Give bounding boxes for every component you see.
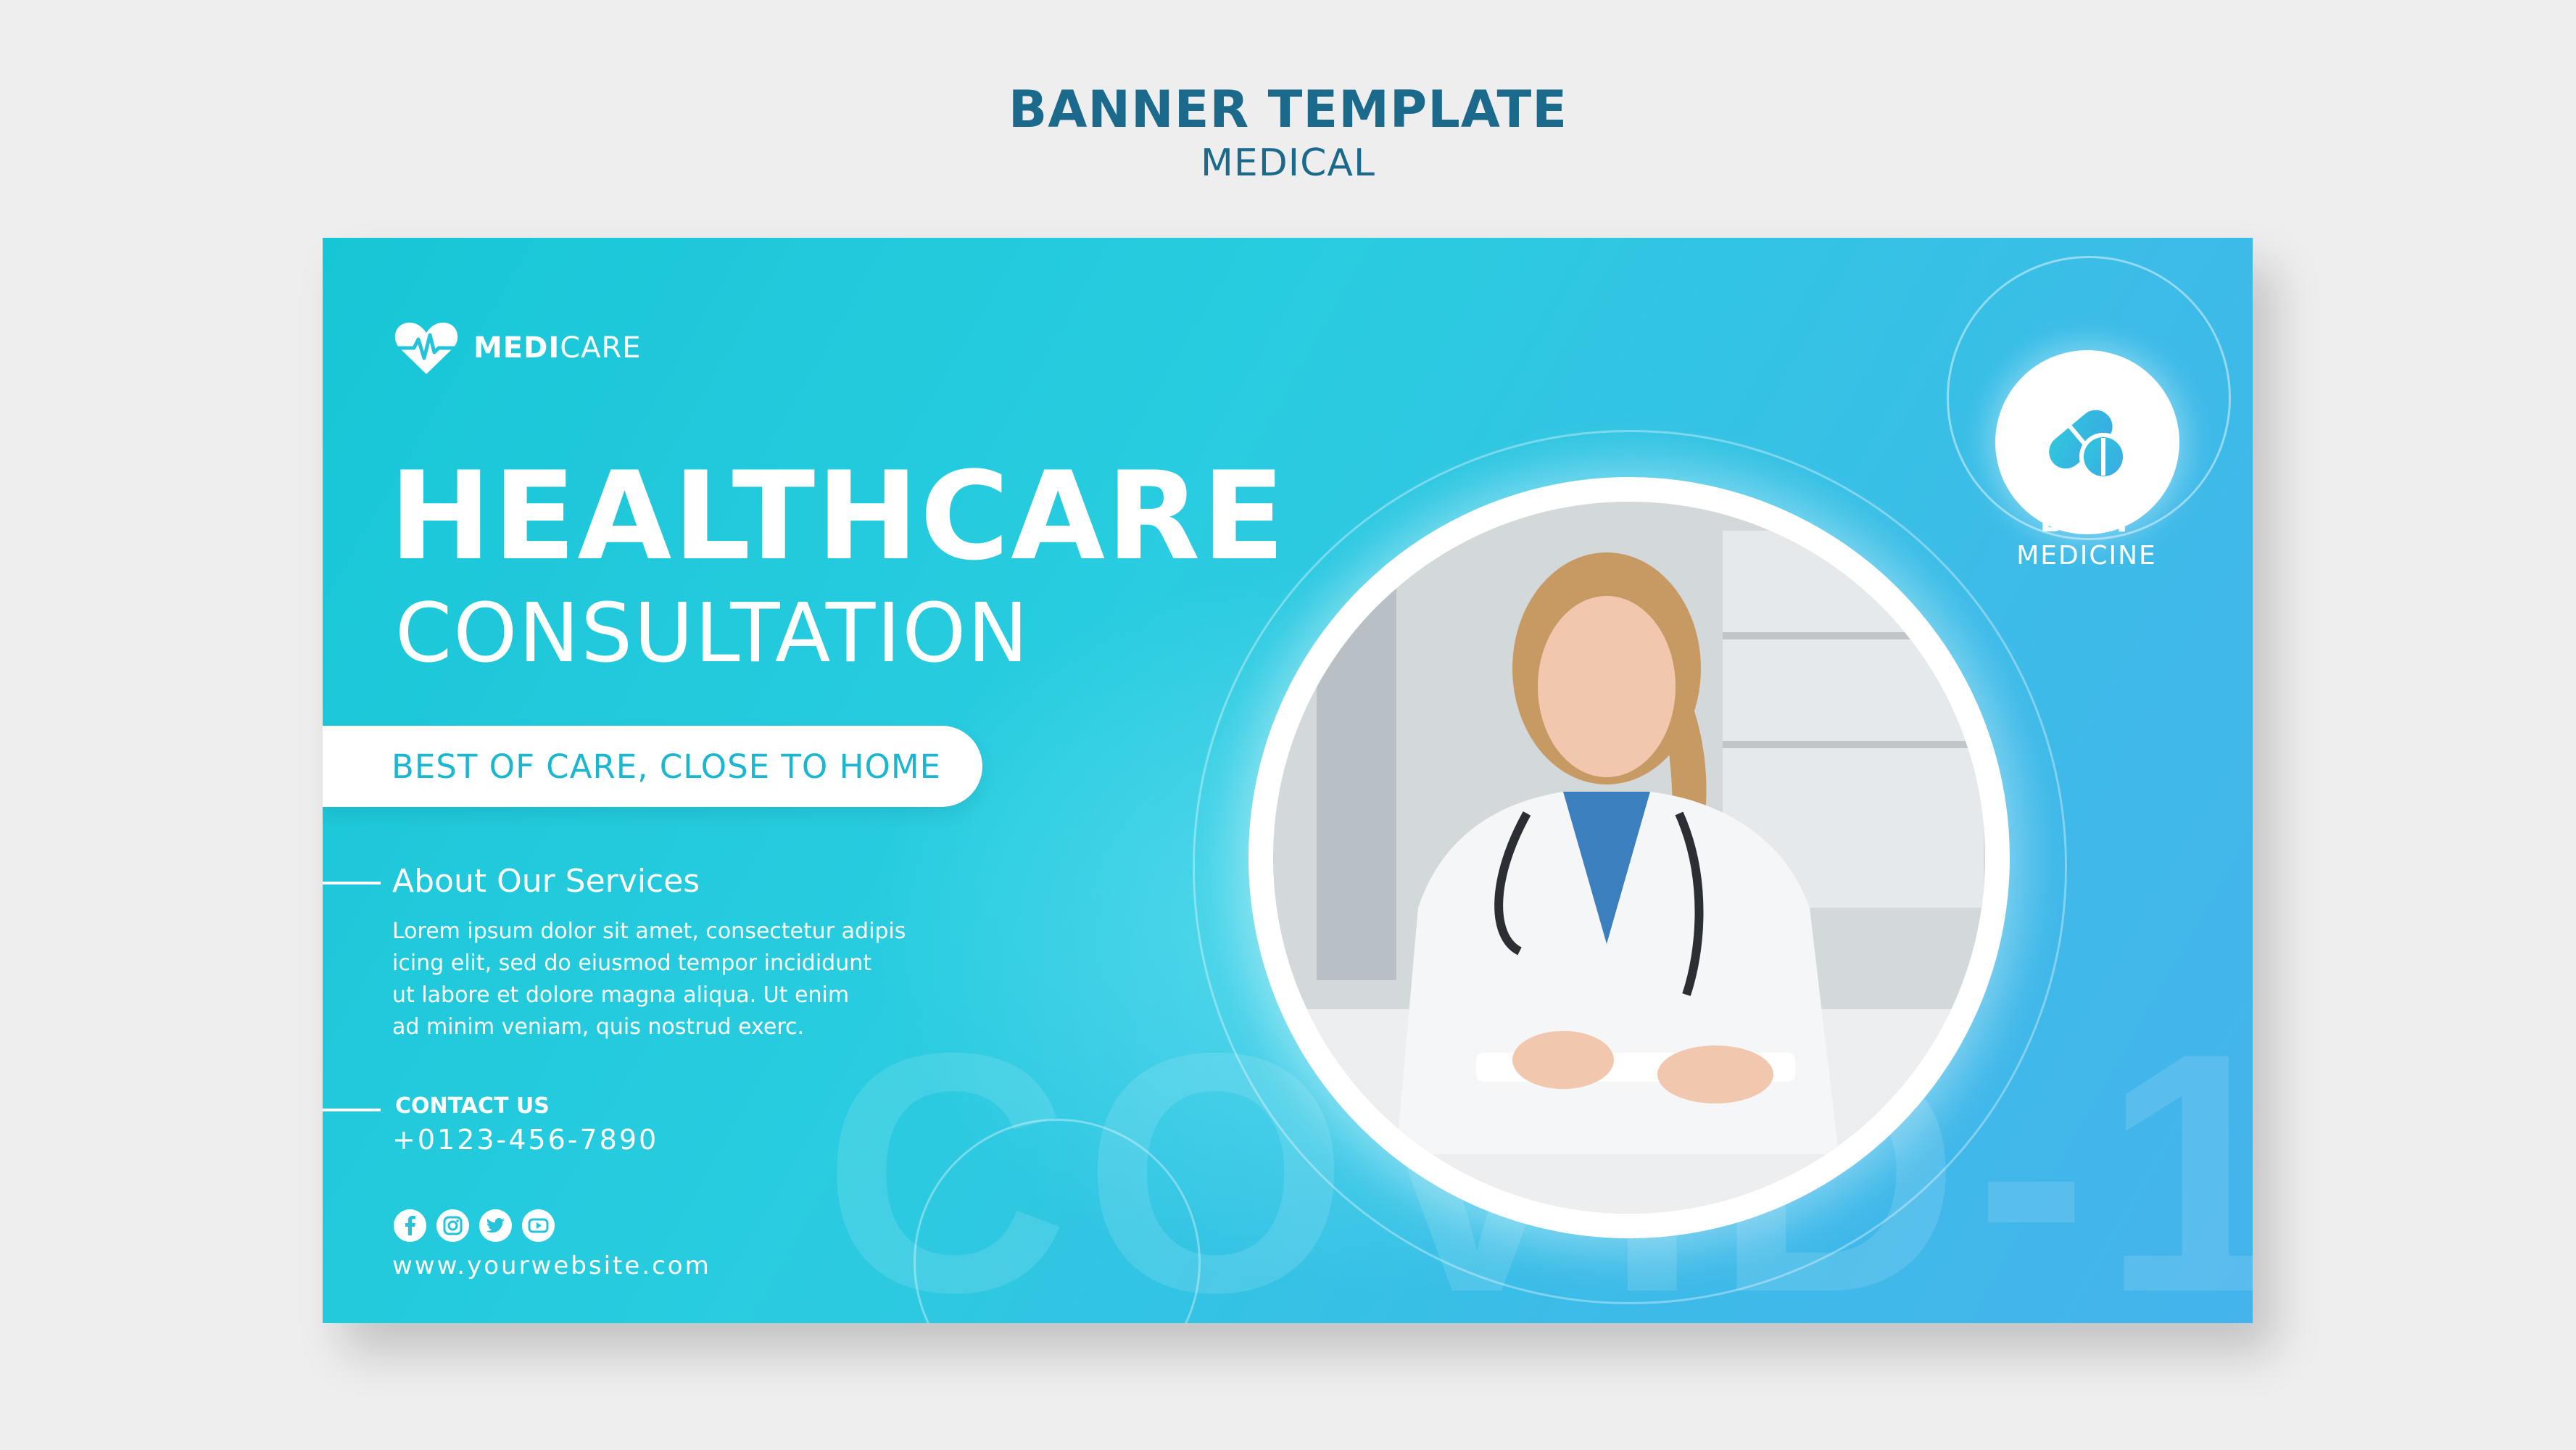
badge-subtitle: MEDICINE	[2016, 541, 2157, 571]
website-link[interactable]: www.yourwebsite.com	[392, 1251, 711, 1280]
brand-name-light: CARE	[560, 331, 642, 365]
about-divider-line	[323, 882, 381, 884]
about-line: icing elit, sed do eiusmod tempor incidi…	[392, 950, 872, 976]
brand-name-bold: MEDI	[473, 331, 560, 365]
headline: HEALTHCARE	[389, 445, 1287, 587]
tagline-pill: BEST OF CARE, CLOSE TO HOME	[323, 726, 982, 807]
facebook-icon[interactable]	[394, 1209, 426, 1242]
contact-label: CONTACT US	[395, 1093, 550, 1119]
pills-icon	[2037, 390, 2138, 494]
contact-divider-line	[323, 1109, 381, 1111]
page: BANNER TEMPLATE MEDICAL COVID-19 MEDICAR…	[0, 0, 2576, 1450]
about-title: About Our Services	[392, 863, 700, 900]
badge-title: BEST	[2039, 502, 2134, 539]
about-line: ut labore et dolore magna aliqua. Ut eni…	[392, 982, 850, 1008]
tagline-text: BEST OF CARE, CLOSE TO HOME	[392, 747, 942, 786]
page-subtitle: MEDICAL	[1201, 141, 1375, 185]
contact-phone[interactable]: +0123-456-7890	[392, 1124, 658, 1156]
photo-frame	[1248, 477, 2010, 1238]
youtube-icon[interactable]	[522, 1209, 555, 1242]
social-icons	[394, 1209, 555, 1242]
banner: COVID-19 MEDICARE HEALTHCARE CONSULTATIO…	[323, 238, 2253, 1323]
brand-logo: MEDICARE	[394, 319, 642, 377]
page-title: BANNER TEMPLATE	[1008, 80, 1568, 139]
about-line: Lorem ipsum dolor sit amet, consectetur …	[392, 919, 906, 944]
brand-name: MEDICARE	[473, 331, 642, 365]
subheadline: CONSULTATION	[395, 587, 1030, 681]
about-line: ad minim veniam, quis nostrud exerc.	[392, 1014, 805, 1040]
about-body: Lorem ipsum dolor sit amet, consectetur …	[392, 916, 943, 1043]
instagram-icon[interactable]	[436, 1209, 469, 1242]
doctor-photo	[1273, 502, 1985, 1214]
heart-pulse-icon	[394, 319, 459, 377]
twitter-icon[interactable]	[479, 1209, 512, 1242]
